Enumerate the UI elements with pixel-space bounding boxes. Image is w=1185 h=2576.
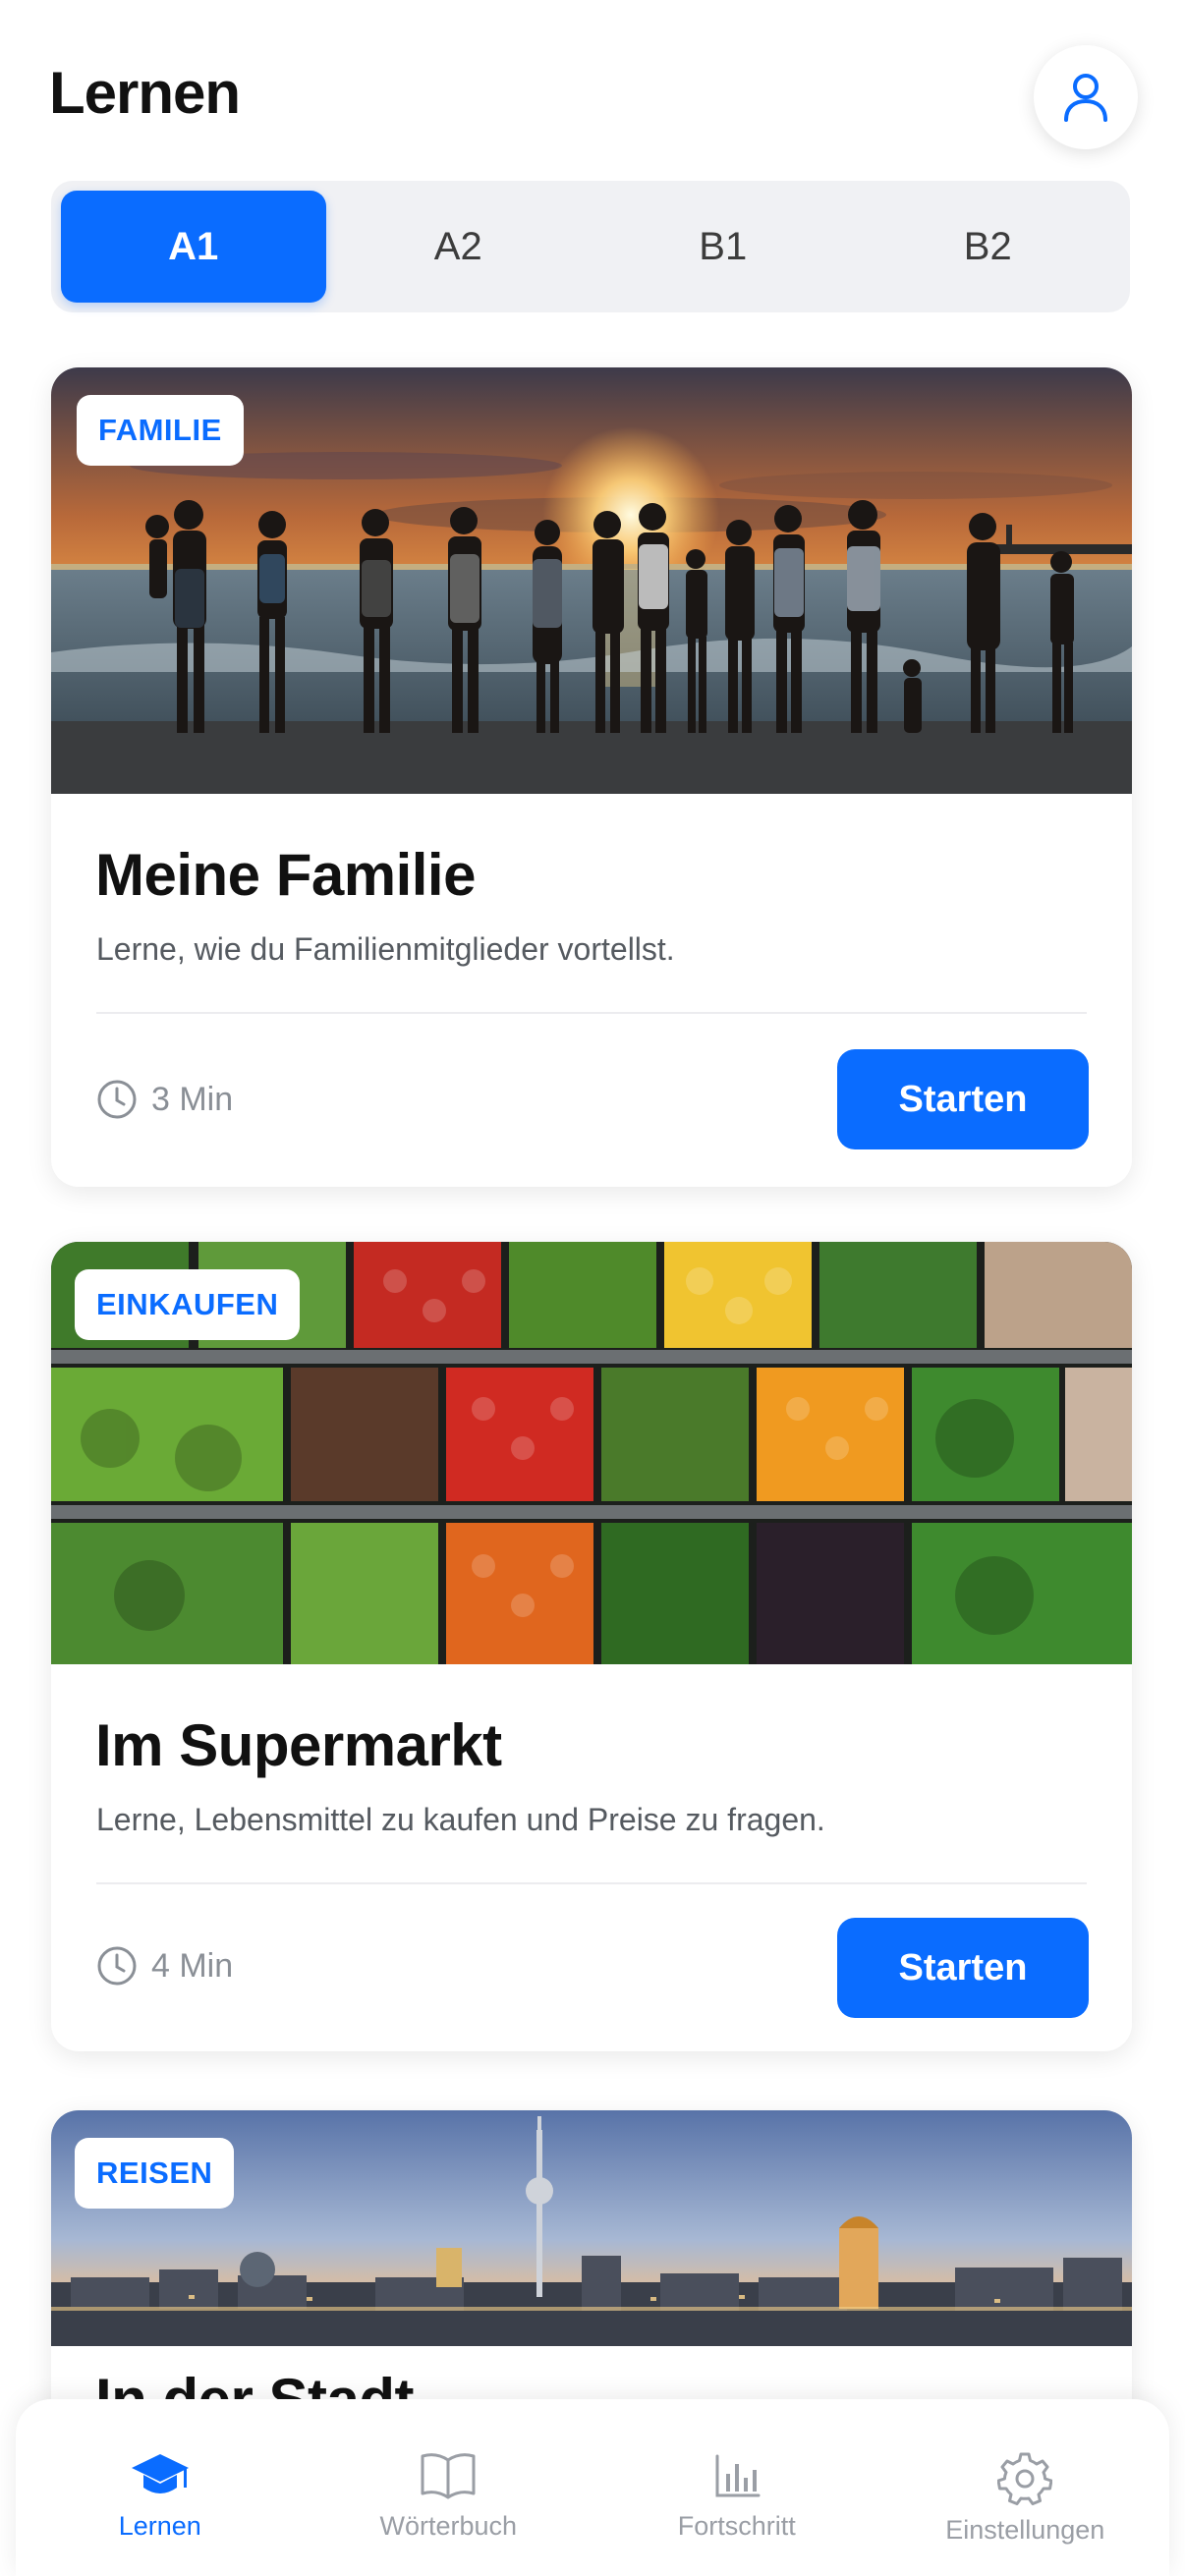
card-tag: EINKAUFEN [75, 1269, 301, 1340]
card-description: Lerne, wie du Familienmitglieder vortell… [96, 931, 675, 967]
app-header: Lernen [0, 0, 1185, 167]
card-tag: FAMILIE [77, 395, 244, 466]
card-description: Lerne, Lebensmittel zu kaufen und Preise… [96, 1802, 825, 1837]
level-tab-a1[interactable]: A1 [61, 191, 326, 303]
bottom-navigation: Lernen Wörterbuch Fortschritt Einstellun… [16, 2399, 1169, 2576]
user-icon [1064, 74, 1107, 122]
book-icon [421, 2453, 476, 2499]
bar-chart-icon [715, 2454, 761, 2497]
card-title: Im Supermarkt [95, 1712, 502, 1778]
card-duration: 4 Min [96, 1941, 233, 1990]
lesson-card-einkaufen[interactable]: EINKAUFEN Im Supermarkt Lerne, Lebensmit… [51, 1242, 1132, 2051]
duration-label: 3 Min [151, 1080, 234, 1118]
page-title: Lernen [49, 60, 241, 126]
graduation-cap-icon [131, 2454, 189, 2493]
gear-icon [997, 2452, 1053, 2505]
level-tab-a2[interactable]: A2 [326, 191, 592, 303]
profile-button[interactable] [1034, 45, 1138, 149]
level-tab-b1[interactable]: B1 [591, 191, 856, 303]
card-image-city: REISEN [51, 2110, 1132, 2346]
lesson-card-familie[interactable]: FAMILIE Meine Familie Lerne, wie du Fami… [51, 367, 1132, 1187]
card-divider [96, 1882, 1087, 1884]
nav-item-woerterbuch[interactable]: Wörterbuch [330, 2450, 566, 2542]
nav-item-einstellungen[interactable]: Einstellungen [907, 2450, 1143, 2546]
clock-icon [97, 1946, 137, 1986]
card-divider [96, 1012, 1087, 1014]
card-title: Meine Familie [95, 842, 476, 908]
nav-item-fortschritt[interactable]: Fortschritt [619, 2450, 855, 2542]
nav-item-lernen[interactable]: Lernen [42, 2450, 278, 2542]
card-image-family: FAMILIE [51, 367, 1132, 794]
card-tag: REISEN [75, 2138, 235, 2209]
start-button[interactable]: Starten [837, 1049, 1089, 1149]
level-tab-b2[interactable]: B2 [856, 191, 1121, 303]
nav-label: Einstellungen [945, 2515, 1105, 2545]
nav-label: Fortschritt [677, 2511, 796, 2541]
level-selector: A1 A2 B1 B2 [51, 181, 1130, 312]
card-image-supermarket: EINKAUFEN [51, 1242, 1132, 1664]
start-button[interactable]: Starten [837, 1918, 1089, 2018]
duration-label: 4 Min [151, 1946, 234, 1985]
card-duration: 3 Min [96, 1075, 233, 1124]
clock-icon [97, 1080, 137, 1119]
nav-label: Wörterbuch [379, 2511, 518, 2541]
nav-label: Lernen [118, 2511, 201, 2541]
